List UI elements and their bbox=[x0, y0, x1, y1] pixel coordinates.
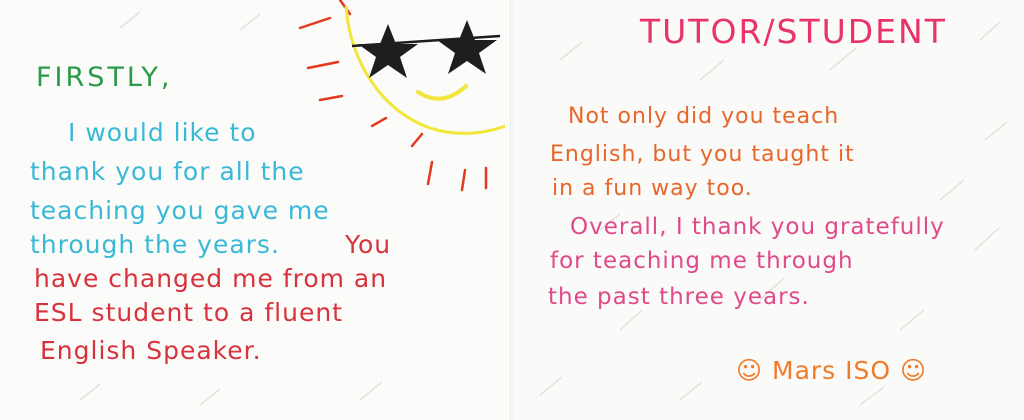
message-line: Overall, I thank you gratefully bbox=[570, 214, 945, 240]
sun-smile bbox=[416, 84, 468, 101]
message-line: ESL student to a fluent bbox=[34, 298, 343, 327]
message-line: through the years. bbox=[30, 230, 280, 259]
right-star-lens bbox=[437, 20, 497, 74]
signature: ☺ Mars ISO ☺ bbox=[736, 356, 928, 385]
message-line: English, but you taught it bbox=[550, 142, 855, 167]
message-line: I would like to bbox=[68, 118, 257, 147]
message-line: You bbox=[345, 230, 392, 259]
message-line: English Speaker. bbox=[40, 336, 262, 365]
message-line: the past three years. bbox=[548, 284, 810, 310]
message-line: for teaching me through bbox=[550, 248, 854, 274]
greeting-text: FIRSTLY, bbox=[36, 62, 173, 93]
message-line: teaching you gave me bbox=[30, 196, 330, 225]
message-line: Not only did you teach bbox=[568, 104, 840, 129]
message-line: in a fun way too. bbox=[552, 176, 753, 201]
left-star-lens bbox=[358, 24, 418, 78]
message-line: have changed me from an bbox=[34, 264, 388, 293]
message-line: thank you for all the bbox=[30, 157, 305, 186]
card-title: TUTOR/STUDENT bbox=[640, 12, 947, 51]
sun-rays bbox=[298, 0, 488, 192]
